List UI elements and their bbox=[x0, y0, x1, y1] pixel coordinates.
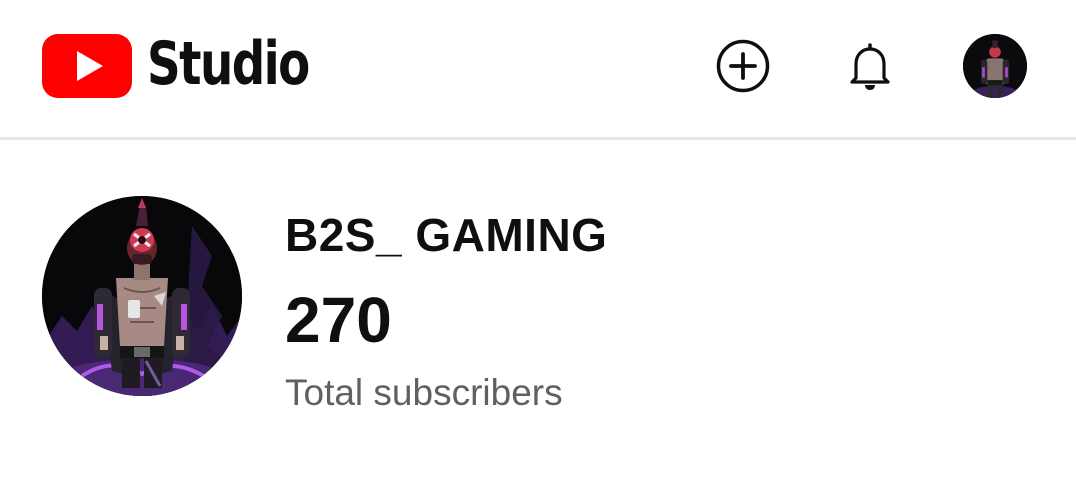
subscriber-label: Total subscribers bbox=[285, 372, 563, 413]
studio-header: Studio bbox=[0, 0, 1076, 140]
studio-logo[interactable]: Studio bbox=[42, 34, 354, 98]
youtube-logo-icon bbox=[42, 34, 132, 98]
channel-name: B2S_ GAMING bbox=[285, 209, 608, 261]
brand-text: Studio bbox=[147, 29, 310, 99]
channel-avatar[interactable] bbox=[42, 196, 242, 396]
bell-icon bbox=[850, 43, 890, 90]
notifications-button[interactable] bbox=[842, 38, 898, 94]
create-button[interactable] bbox=[715, 38, 771, 94]
channel-avatar-image bbox=[42, 196, 242, 396]
avatar-image bbox=[963, 34, 1027, 98]
account-avatar[interactable] bbox=[963, 34, 1027, 98]
create-plus-icon bbox=[716, 39, 770, 93]
subscriber-count: 270 bbox=[285, 284, 392, 356]
